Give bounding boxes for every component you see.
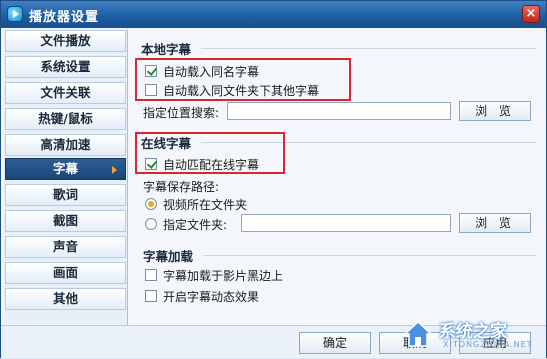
section-title-online-subtitles: 在线字幕	[141, 136, 192, 151]
sidebar-item-file-playback[interactable]: 文件播放	[5, 30, 126, 52]
sidebar-item-lyrics[interactable]: 歌词	[5, 184, 126, 206]
auto-load-same-name-checkbox[interactable]	[145, 65, 157, 77]
auto-load-other-label: 自动载入同文件夹下其他字幕	[163, 83, 320, 98]
sidebar-item-hotkeys-mouse[interactable]: 热键/鼠标	[5, 108, 126, 130]
custom-folder-label: 指定文件夹:	[163, 217, 228, 232]
auto-load-other-option[interactable]: 自动载入同文件夹下其他字幕	[145, 82, 319, 98]
section-title-subtitle-loading: 字幕加载	[143, 249, 194, 264]
search-location-input[interactable]	[227, 102, 451, 120]
sidebar-item-system[interactable]: 系统设置	[5, 56, 126, 78]
custom-folder-input[interactable]	[241, 214, 451, 232]
chevron-right-icon	[112, 166, 117, 174]
close-button[interactable]: ×	[522, 5, 540, 23]
custom-folder-option[interactable]: 指定文件夹:	[145, 216, 227, 232]
settings-content: 本地字幕 自动载入同名字幕 自动载入同文件夹下其他字幕 指定位置搜索: 浏 览 …	[131, 29, 543, 325]
video-folder-option[interactable]: 视频所在文件夹	[145, 196, 247, 212]
settings-sidebar: 文件播放 系统设置 文件关联 热键/鼠标 高清加速 字幕 歌词 截图 声音 画面…	[4, 29, 128, 325]
auto-match-online-label: 自动匹配在线字幕	[163, 157, 260, 172]
sidebar-item-label: 字幕	[52, 161, 78, 176]
sidebar-item-screenshot[interactable]: 截图	[5, 210, 126, 232]
search-location-label: 指定位置搜索:	[143, 105, 220, 120]
sidebar-item-picture[interactable]: 画面	[5, 262, 126, 284]
window-title: 播放器设置	[29, 10, 100, 25]
auto-match-online-checkbox[interactable]	[145, 158, 157, 170]
apply-button[interactable]: 应用	[459, 332, 531, 354]
custom-folder-radio[interactable]	[145, 218, 157, 230]
dynamic-effect-option[interactable]: 开启字幕动态效果	[145, 288, 259, 304]
sidebar-item-subtitles[interactable]: 字幕	[5, 158, 126, 180]
sidebar-item-sound[interactable]: 声音	[5, 236, 126, 258]
browse-search-location-button[interactable]: 浏 览	[459, 101, 531, 121]
video-folder-label: 视频所在文件夹	[163, 197, 248, 212]
sidebar-item-hd-acceleration[interactable]: 高清加速	[5, 134, 126, 156]
save-path-label: 字幕保存路径:	[143, 179, 220, 194]
dynamic-effect-checkbox[interactable]	[145, 290, 157, 302]
dialog-footer: 确定 取消 应用	[1, 325, 546, 358]
sidebar-item-file-association[interactable]: 文件关联	[5, 82, 126, 104]
divider	[201, 48, 536, 49]
black-border-option[interactable]: 字幕加载于影片黑边上	[145, 267, 283, 283]
auto-match-online-option[interactable]: 自动匹配在线字幕	[145, 156, 259, 172]
video-folder-radio[interactable]	[145, 198, 157, 210]
auto-load-same-name-option[interactable]: 自动载入同名字幕	[145, 63, 259, 79]
divider	[203, 255, 536, 256]
settings-window: 播放器设置 × 文件播放 系统设置 文件关联 热键/鼠标 高清加速 字幕 歌词 …	[0, 0, 547, 358]
cancel-button[interactable]: 取消	[379, 332, 451, 354]
auto-load-other-checkbox[interactable]	[145, 84, 157, 96]
black-border-checkbox[interactable]	[145, 269, 157, 281]
browse-custom-folder-button[interactable]: 浏 览	[459, 213, 531, 233]
player-app-icon	[7, 6, 23, 22]
dynamic-effect-label: 开启字幕动态效果	[163, 289, 260, 304]
black-border-label: 字幕加载于影片黑边上	[163, 268, 284, 283]
title-bar[interactable]: 播放器设置 ×	[1, 1, 546, 28]
section-title-local-subtitles: 本地字幕	[141, 42, 192, 57]
divider	[201, 142, 536, 143]
ok-button[interactable]: 确定	[299, 332, 371, 354]
sidebar-item-other[interactable]: 其他	[5, 288, 126, 310]
auto-load-same-name-label: 自动载入同名字幕	[163, 64, 260, 79]
